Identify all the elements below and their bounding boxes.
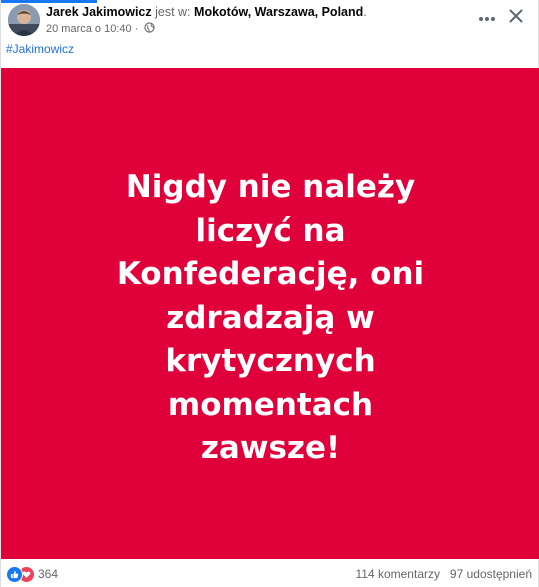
more-horizontal-icon xyxy=(478,9,496,27)
like-icon xyxy=(6,566,23,583)
author-name[interactable]: Jarek Jakimowicz xyxy=(46,5,152,19)
post-header: Jarek Jakimowicz jest w: Mokotów, Warsza… xyxy=(1,0,539,40)
reaction-icons[interactable] xyxy=(6,566,36,583)
author-line: Jarek Jakimowicz jest w: Mokotów, Warsza… xyxy=(46,5,367,20)
hashtag-link[interactable]: #Jakimowicz xyxy=(6,42,74,56)
avatar[interactable] xyxy=(8,4,40,36)
close-button[interactable] xyxy=(504,6,528,30)
location-link[interactable]: Mokotów, Warszawa, Poland xyxy=(194,5,363,19)
shares-count[interactable]: 97 udostępnień xyxy=(450,567,532,581)
post-card: Jarek Jakimowicz jest w: Mokotów, Warsza… xyxy=(0,0,539,587)
reaction-count[interactable]: 364 xyxy=(38,567,58,581)
post-footer: 364 114 komentarzy 97 udostępnień xyxy=(1,559,539,587)
post-date[interactable]: 20 marca o 10:40 xyxy=(46,23,132,35)
location-suffix: . xyxy=(363,5,367,19)
more-options-button[interactable] xyxy=(473,6,501,30)
comments-count[interactable]: 114 komentarzy xyxy=(356,567,441,581)
location-prefix: jest w: xyxy=(155,5,191,19)
close-icon xyxy=(509,9,523,28)
meta-separator: · xyxy=(134,23,139,35)
post-image[interactable]: Nigdy nie należy liczyć na Konfederację,… xyxy=(1,68,539,559)
post-image-text: Nigdy nie należy liczyć na Konfederację,… xyxy=(116,169,425,467)
globe-icon[interactable] xyxy=(144,22,156,37)
post-meta: 20 marca o 10:40 · xyxy=(46,22,156,37)
